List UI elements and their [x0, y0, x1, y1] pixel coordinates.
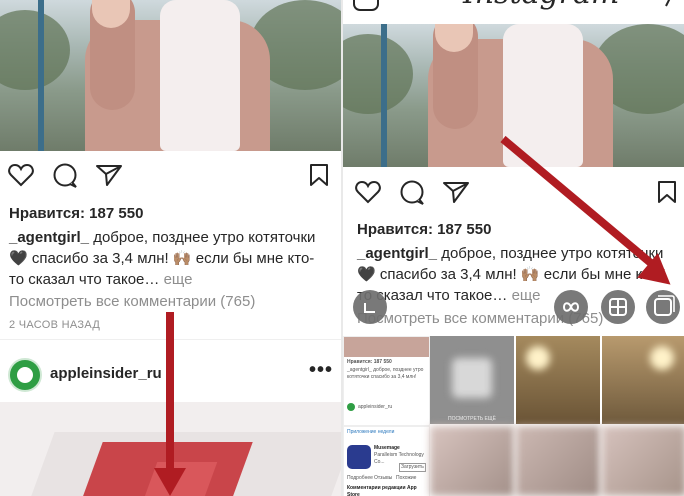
heart-icon[interactable]	[8, 163, 34, 192]
caption-more-link[interactable]: еще	[512, 287, 541, 304]
post-caption: _agentgirl_ доброе, позднее утро котяточ…	[9, 227, 329, 290]
avatar[interactable]	[8, 358, 42, 392]
likes-count[interactable]: Нравится: 187 550	[9, 205, 143, 222]
gallery-tile[interactable]	[602, 336, 684, 424]
post-actions	[0, 151, 341, 195]
mini-app-tab: Похожие	[396, 475, 417, 481]
bookmark-icon[interactable]	[309, 163, 329, 192]
arrow-head	[154, 468, 186, 496]
mini-likes: Нравится: 187 550	[347, 359, 392, 365]
gallery-tile[interactable]	[516, 336, 600, 424]
mini-app-button: Загрузить	[399, 463, 426, 472]
caption-username[interactable]: _agentgirl_	[357, 245, 437, 262]
boomerang-icon	[562, 302, 580, 312]
top-bar: Instagram	[343, 0, 684, 12]
post-actions	[343, 168, 684, 212]
share-icon[interactable]	[442, 180, 470, 209]
mini-app-section: Приложение недели	[347, 429, 395, 435]
caption-more-link[interactable]: еще	[164, 271, 193, 288]
mini-app-name: Musemage	[374, 445, 400, 451]
multi-select-button[interactable]	[646, 290, 680, 324]
layout-button[interactable]	[353, 290, 387, 324]
mini-app-footer: Комментарии редакции App Store	[347, 485, 417, 496]
layout-grid-button[interactable]	[601, 290, 635, 324]
gallery-tile[interactable]	[430, 426, 514, 496]
layout-grid-icon	[609, 298, 627, 316]
bookmark-icon[interactable]	[657, 180, 677, 209]
mini-app-tab: Отзывы	[374, 475, 393, 481]
camera-icon[interactable]	[353, 0, 379, 17]
left-screen: Нравится: 187 550 _agentgirl_ доброе, по…	[0, 0, 341, 496]
app-logo: Instagram	[463, 0, 619, 11]
caption-username[interactable]: _agentgirl_	[9, 229, 89, 246]
gallery-grid: Нравится: 187 550 _agentgirl_ доброе, по…	[343, 336, 684, 496]
heart-icon[interactable]	[355, 180, 381, 209]
post-photo[interactable]	[0, 0, 341, 151]
layout-icon	[364, 303, 375, 313]
mini-caption: _agentgirl_ доброе, позднее утро котяточ…	[347, 367, 424, 380]
gallery-tile[interactable]	[602, 426, 684, 496]
direct-icon[interactable]	[655, 0, 677, 17]
comment-icon[interactable]	[53, 163, 79, 194]
boomerang-button[interactable]	[554, 290, 588, 324]
post-username[interactable]: appleinsider_ru	[50, 365, 162, 382]
likes-count[interactable]: Нравится: 187 550	[357, 221, 491, 238]
view-all-comments-link[interactable]: Посмотреть все комментарии (765)	[9, 293, 255, 310]
gallery-tile[interactable]	[516, 426, 600, 496]
mini-app-tab: Подробнее	[347, 475, 373, 481]
mini-account: appleinsider_ru	[358, 404, 393, 410]
post-timestamp: 2 ЧАСОВ НАЗАД	[9, 319, 101, 331]
right-screen: Instagram Нравится: 187 550 _agentgirl_ …	[343, 0, 684, 496]
gallery-tile[interactable]: ПОСМОТРЕТЬ ЕЩЁ	[430, 336, 514, 424]
arrow-annotation	[166, 312, 174, 472]
more-icon[interactable]: •••	[309, 359, 333, 382]
gallery-tile[interactable]: Нравится: 187 550 _agentgirl_ доброе, по…	[343, 336, 430, 426]
gallery-tile[interactable]: Приложение недели Musemage Paralleism Te…	[343, 426, 430, 496]
comment-icon[interactable]	[400, 180, 426, 211]
share-icon[interactable]	[95, 163, 123, 192]
mini-label: ПОСМОТРЕТЬ ЕЩЁ	[448, 416, 496, 422]
multi-select-icon	[654, 295, 675, 316]
